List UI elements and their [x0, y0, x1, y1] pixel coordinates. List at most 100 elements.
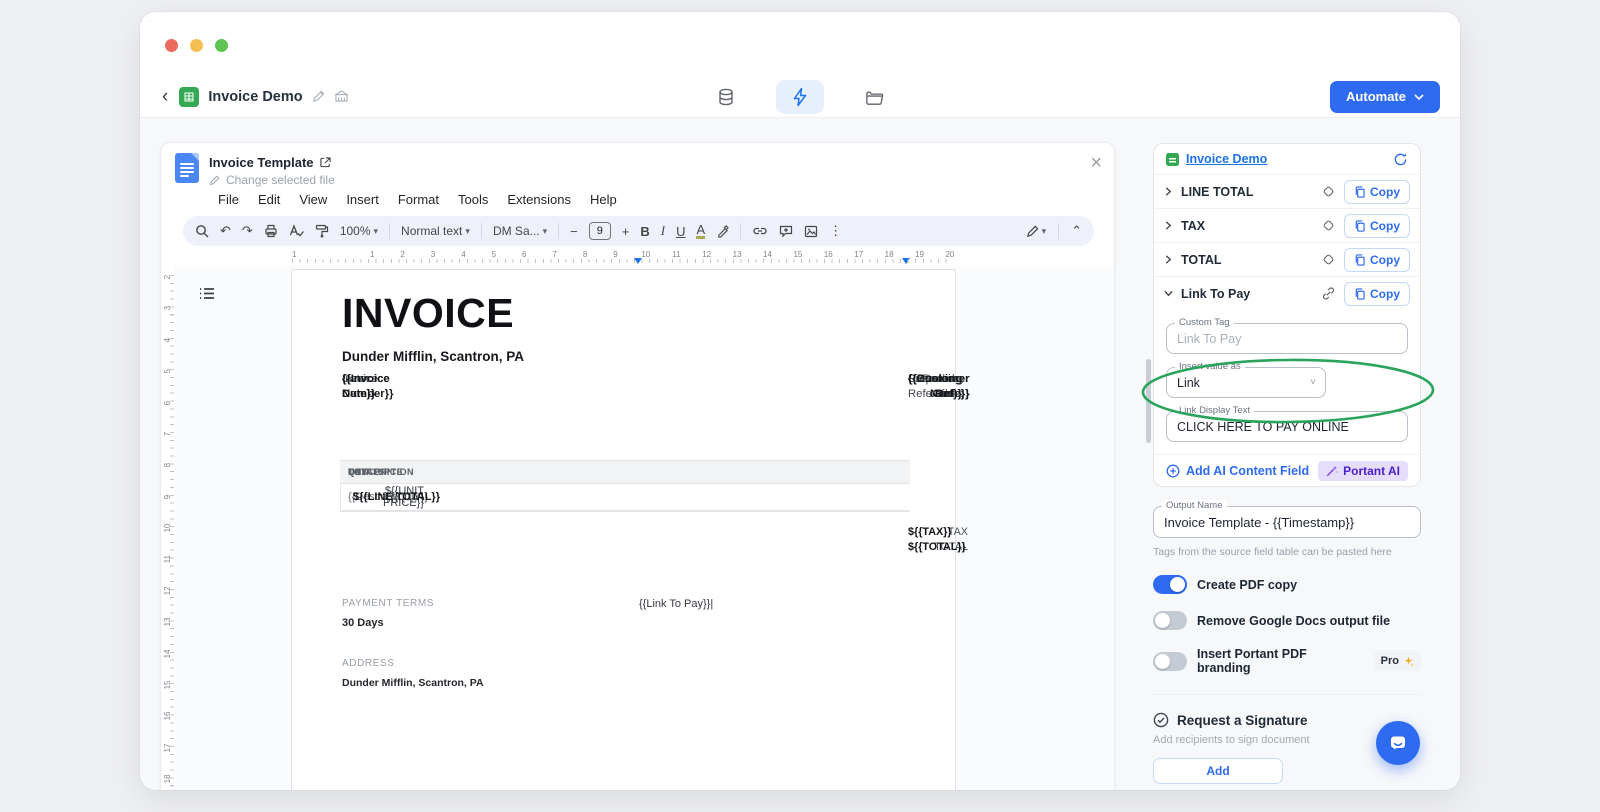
create-pdf-toggle[interactable] — [1153, 575, 1187, 594]
add-comment-icon[interactable] — [779, 224, 793, 238]
source-link[interactable]: Invoice Demo — [1186, 152, 1267, 166]
copy-button[interactable]: Copy — [1344, 248, 1410, 272]
field-rows: LINE TOTAL Copy TAX — [1154, 174, 1420, 276]
ruler-number: 7 — [161, 418, 174, 449]
payment-terms-value: 30 Days — [342, 617, 384, 629]
insert-value-as-select[interactable]: Insert value as ˅ — [1166, 367, 1326, 398]
branding-toggle[interactable] — [1153, 652, 1187, 671]
back-button[interactable]: ‹ — [160, 87, 170, 106]
link-icon[interactable] — [1321, 286, 1336, 301]
refresh-icon[interactable] — [1393, 152, 1408, 167]
spellcheck-icon[interactable] — [289, 224, 304, 238]
address-label: ADDRESS — [342, 658, 395, 669]
search-icon[interactable] — [195, 224, 209, 238]
insert-image-icon[interactable] — [804, 225, 818, 238]
copy-button[interactable]: Copy — [1344, 180, 1410, 204]
close-icon[interactable]: × — [1090, 153, 1102, 173]
font-size-input[interactable]: 9 — [589, 222, 611, 240]
rename-icon[interactable] — [312, 90, 325, 103]
menu-item[interactable]: Format — [398, 192, 439, 207]
minimize-window-icon[interactable] — [190, 39, 203, 52]
tag-icon[interactable] — [1321, 184, 1336, 199]
portant-ai-badge[interactable]: Portant AI — [1318, 461, 1408, 481]
italic-icon[interactable]: I — [661, 223, 665, 239]
close-window-icon[interactable] — [165, 39, 178, 52]
pencil-icon — [209, 175, 220, 186]
copy-button[interactable]: Copy — [1344, 282, 1410, 306]
create-pdf-toggle-row: Create PDF copy — [1153, 575, 1421, 594]
chat-widget-button[interactable] — [1376, 721, 1420, 765]
automate-label: Automate — [1346, 89, 1406, 104]
workflow-builder-tab[interactable] — [776, 80, 824, 114]
menu-item[interactable]: View — [299, 192, 327, 207]
collapse-toolbar-icon[interactable]: ⌃ — [1071, 223, 1082, 239]
ruler-number: 4 — [448, 250, 478, 259]
ruler-number: 5 — [161, 355, 174, 386]
highlight-color-icon[interactable] — [716, 225, 729, 238]
underline-icon[interactable]: U — [676, 224, 685, 239]
change-selected-file[interactable]: Change selected file — [209, 173, 335, 187]
add-ai-content-field-button[interactable]: Add AI Content Field — [1186, 464, 1309, 478]
remove-gdocs-toggle[interactable] — [1153, 611, 1187, 630]
menu-item[interactable]: Edit — [258, 192, 280, 207]
add-signature-button[interactable]: Add — [1153, 758, 1283, 784]
paragraph-style-select[interactable]: Normal text ▾ — [401, 224, 470, 238]
link-display-text-input[interactable] — [1177, 420, 1397, 434]
open-external-icon[interactable] — [320, 157, 331, 168]
horizontal-ruler[interactable]: 1 1234567891011121314151617181920 — [161, 250, 1115, 265]
menu-item[interactable]: Help — [590, 192, 617, 207]
editing-mode-select[interactable]: ▾ — [1026, 225, 1047, 238]
vertical-ruler[interactable]: 23456789101112131415161718 — [161, 261, 175, 790]
field-row[interactable]: TOTAL Copy — [1154, 242, 1420, 276]
insert-link-icon[interactable] — [752, 224, 768, 238]
tag-icon[interactable] — [1321, 218, 1336, 233]
chat-icon — [1387, 732, 1409, 754]
menu-item[interactable]: Extensions — [507, 192, 571, 207]
output-files-tab[interactable] — [850, 80, 898, 114]
google-docs-icon — [175, 153, 199, 183]
ruler-number: 9 — [600, 250, 630, 259]
redo-icon[interactable]: ↷ — [242, 223, 253, 239]
text-color-icon[interactable]: A — [696, 223, 705, 239]
workflow-sidebar: Invoice Demo LINE TOTAL Copy — [1153, 143, 1421, 790]
output-name-input[interactable] — [1164, 515, 1410, 530]
font-family-select[interactable]: DM Sa... ▾ — [493, 224, 547, 238]
link-to-pay-row[interactable]: Link To Pay Copy — [1154, 276, 1420, 310]
ruler-number: 3 — [418, 250, 448, 259]
menu-item[interactable]: File — [218, 192, 239, 207]
document-page[interactable]: INVOICE Dunder Mifflin, Scantron, PA Dat… — [291, 269, 956, 790]
ruler-number: 1 — [357, 250, 387, 259]
field-row[interactable]: LINE TOTAL Copy — [1154, 174, 1420, 208]
document-outline-icon[interactable] — [199, 287, 215, 300]
plus-circle-icon[interactable] — [1166, 464, 1180, 478]
insert-value-as-input[interactable] — [1177, 376, 1315, 390]
field-row[interactable]: TAX Copy — [1154, 208, 1420, 242]
menu-item[interactable]: Tools — [458, 192, 488, 207]
link-to-pay-body: Custom Tag Insert value as ˅ Link Displa… — [1154, 323, 1420, 454]
copy-button[interactable]: Copy — [1344, 214, 1410, 238]
scrollbar-thumb[interactable] — [1146, 359, 1151, 443]
invoice-title: INVOICE — [342, 290, 514, 337]
ruler-number: 8 — [570, 250, 600, 259]
print-icon[interactable] — [264, 224, 278, 238]
workflow-title: Invoice Demo — [208, 89, 302, 105]
zoom-window-icon[interactable] — [215, 39, 228, 52]
insert-value-as-label: Insert value as — [1175, 361, 1245, 372]
increase-font-size-icon[interactable]: + — [622, 224, 630, 239]
undo-icon[interactable]: ↶ — [220, 223, 231, 239]
tag-icon[interactable] — [1321, 252, 1336, 267]
custom-tag-input[interactable] — [1177, 332, 1397, 346]
paint-format-icon[interactable] — [315, 224, 329, 238]
ruler-number: 15 — [161, 669, 174, 700]
version-history-icon[interactable] — [334, 90, 349, 103]
chevron-down-icon — [1164, 289, 1173, 298]
zoom-select[interactable]: 100% ▾ — [340, 224, 378, 238]
bold-icon[interactable]: B — [640, 224, 649, 239]
menu-item[interactable]: Insert — [346, 192, 379, 207]
decrease-font-size-icon[interactable]: − — [570, 224, 578, 239]
ruler-number: 18 — [161, 763, 174, 790]
source-data-tab[interactable] — [702, 80, 750, 114]
automate-button[interactable]: Automate — [1330, 81, 1440, 113]
more-tools-icon[interactable]: ⋮ — [829, 223, 842, 239]
ruler-number: 14 — [752, 250, 782, 259]
